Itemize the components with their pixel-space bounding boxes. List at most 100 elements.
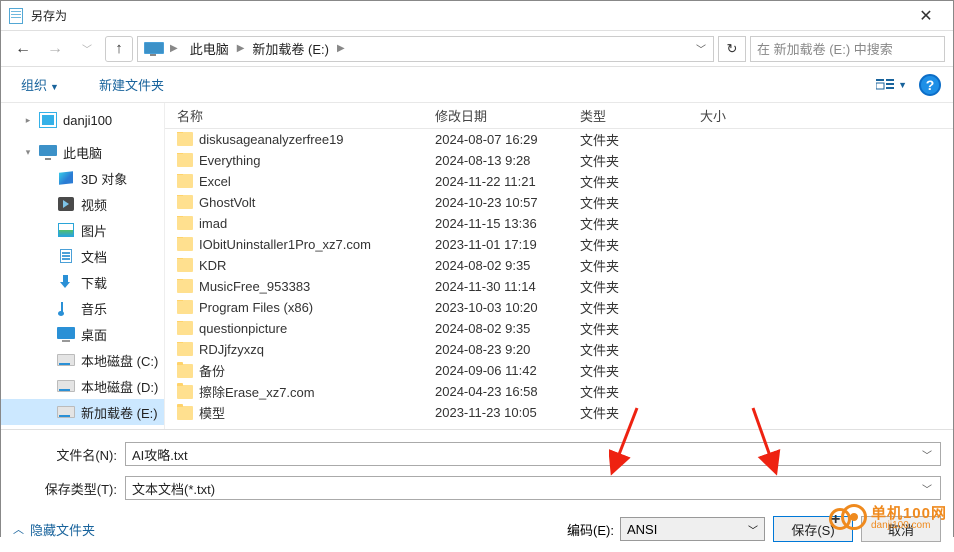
chevron-right-icon[interactable]: ▶ [235, 43, 247, 54]
cancel-button[interactable]: 取消 [861, 516, 941, 542]
file-date: 2024-11-15 13:36 [423, 216, 568, 231]
forward-button[interactable]: → [41, 35, 69, 63]
sidebar-item-1[interactable]: ▾此电脑 [1, 139, 164, 165]
file-name: KDR [199, 258, 226, 273]
sidebar-item-label: 3D 对象 [81, 169, 127, 188]
file-type: 文件夹 [568, 382, 688, 401]
folder-icon [177, 216, 193, 230]
sidebar-item-5[interactable]: 文档 [1, 243, 164, 269]
file-type: 文件夹 [568, 319, 688, 338]
file-type: 文件夹 [568, 172, 688, 191]
sidebar-item-7[interactable]: 音乐 [1, 295, 164, 321]
sidebar-item-10[interactable]: 本地磁盘 (D:) [1, 373, 164, 399]
sidebar-item-9[interactable]: 本地磁盘 (C:) [1, 347, 164, 373]
notepad-icon [9, 8, 23, 24]
toolbar: 组织▼ 新建文件夹 ▼ ? [1, 67, 953, 103]
table-row[interactable]: IObitUninstaller1Pro_xz7.com2023-11-01 1… [165, 234, 953, 255]
sidebar-item-3[interactable]: 视频 [1, 191, 164, 217]
file-name: Everything [199, 153, 260, 168]
table-row[interactable]: KDR2024-08-02 9:35文件夹 [165, 255, 953, 276]
new-folder-button[interactable]: 新建文件夹 [91, 71, 172, 98]
table-row[interactable]: 备份2024-09-06 11:42文件夹 [165, 360, 953, 381]
table-row[interactable]: imad2024-11-15 13:36文件夹 [165, 213, 953, 234]
help-button[interactable]: ? [919, 74, 941, 96]
table-row[interactable]: 擦除Erase_xz7.com2024-04-23 16:58文件夹 [165, 381, 953, 402]
ico-dl [57, 274, 75, 290]
table-row[interactable]: questionpicture2024-08-02 9:35文件夹 [165, 318, 953, 339]
ico-folder-app [39, 112, 57, 128]
file-date: 2024-04-23 16:58 [423, 384, 568, 399]
crumb-drive[interactable]: 新加载卷 (E:) [248, 37, 333, 60]
search-input[interactable]: 在 新加载卷 (E:) 中搜索 [750, 36, 945, 62]
filename-dropdown[interactable]: ﹀ [918, 447, 936, 462]
column-date[interactable]: 修改日期 [423, 106, 568, 125]
titlebar: 另存为 ✕ [1, 1, 953, 31]
table-row[interactable]: Excel 2024-11-22 11:21文件夹 [165, 171, 953, 192]
file-date: 2023-10-03 10:20 [423, 300, 568, 315]
sidebar[interactable]: ▸ danji100 ▾此电脑 3D 对象视频图片文档下载音乐桌面本地磁盘 (C:)本… [1, 103, 165, 429]
sidebar-item-label: 新加载卷 (E:) [81, 403, 158, 422]
ico-desktop [57, 326, 75, 342]
view-button[interactable]: ▼ [876, 78, 907, 92]
search-placeholder: 在 新加载卷 (E:) 中搜索 [757, 39, 893, 58]
table-row[interactable]: RDJjfzyxzq2024-08-23 9:20文件夹 [165, 339, 953, 360]
up-button[interactable]: ↑ [105, 36, 133, 62]
sidebar-item-6[interactable]: 下载 [1, 269, 164, 295]
close-button[interactable]: ✕ [903, 1, 949, 31]
column-type[interactable]: 类型 [568, 106, 688, 125]
chevron-right-icon[interactable]: ▶ [168, 43, 180, 54]
ico-disk [57, 404, 75, 420]
file-type: 文件夹 [568, 298, 688, 317]
column-name[interactable]: 名称 [165, 106, 423, 125]
filetype-dropdown[interactable]: ﹀ [918, 481, 936, 496]
sidebar-item-11[interactable]: 新加载卷 (E:) [1, 399, 164, 425]
back-button[interactable]: ← [9, 35, 37, 63]
sidebar-item-2[interactable]: 3D 对象 [1, 165, 164, 191]
save-button[interactable]: 保存(S) [773, 516, 853, 542]
table-row[interactable]: Program Files (x86)2023-10-03 10:20文件夹 [165, 297, 953, 318]
sidebar-item-label: danji100 [63, 113, 112, 128]
sidebar-item-4[interactable]: 图片 [1, 217, 164, 243]
table-row[interactable]: MusicFree_9533832024-11-30 11:14文件夹 [165, 276, 953, 297]
navbar: ← → ﹀ ↑ ▶ 此电脑 ▶ 新加载卷 (E:) ▶ ﹀ ↻ 在 新加载卷 (… [1, 31, 953, 67]
file-name: Excel [199, 174, 231, 189]
expand-icon[interactable]: ▸ [23, 115, 33, 126]
file-date: 2024-09-06 11:42 [423, 363, 568, 378]
file-type: 文件夹 [568, 277, 688, 296]
table-row[interactable]: GhostVolt2024-10-23 10:57文件夹 [165, 192, 953, 213]
hide-folders-button[interactable]: ︿ 隐藏文件夹 [13, 520, 95, 539]
organize-menu[interactable]: 组织▼ [13, 71, 67, 98]
sidebar-item-0[interactable]: ▸ danji100 [1, 107, 164, 133]
table-row[interactable]: 模型2023-11-23 10:05文件夹 [165, 402, 953, 423]
file-date: 2024-11-22 11:21 [423, 174, 568, 189]
sidebar-item-8[interactable]: 桌面 [1, 321, 164, 347]
crumb-pc[interactable]: 此电脑 [186, 37, 233, 60]
folder-icon [177, 258, 193, 272]
file-date: 2024-08-02 9:35 [423, 321, 568, 336]
expand-icon[interactable]: ▾ [23, 147, 33, 158]
folder-icon [177, 406, 193, 420]
folder-icon [177, 364, 193, 378]
chevron-right-icon[interactable]: ▶ [335, 43, 347, 54]
table-row[interactable]: Everything2024-08-13 9:28文件夹 [165, 150, 953, 171]
file-name: 备份 [199, 364, 225, 379]
sidebar-item-label: 桌面 [81, 325, 107, 344]
address-dropdown[interactable]: ﹀ [691, 37, 711, 61]
folder-icon [177, 342, 193, 356]
view-icon [876, 78, 894, 92]
filename-input[interactable]: AI攻略.txt ﹀ [125, 442, 941, 466]
file-list[interactable]: diskusageanalyzerfree192024-08-07 16:29文… [165, 129, 953, 429]
file-name: diskusageanalyzerfree19 [199, 132, 344, 147]
column-size[interactable]: 大小 [688, 106, 953, 125]
address-bar[interactable]: ▶ 此电脑 ▶ 新加载卷 (E:) ▶ ﹀ [137, 36, 714, 62]
ico-pc [39, 144, 57, 160]
file-name: RDJjfzyxzq [199, 342, 264, 357]
ico-doc [57, 248, 75, 264]
recent-dropdown[interactable]: ﹀ [73, 35, 101, 63]
table-row[interactable]: diskusageanalyzerfree192024-08-07 16:29文… [165, 129, 953, 150]
file-date: 2023-11-01 17:19 [423, 237, 568, 252]
refresh-button[interactable]: ↻ [718, 36, 746, 62]
encoding-select[interactable]: ANSI ﹀ [620, 517, 765, 541]
filetype-select[interactable]: 文本文档(*.txt) ﹀ [125, 476, 941, 500]
sidebar-item-label: 文档 [81, 247, 107, 266]
